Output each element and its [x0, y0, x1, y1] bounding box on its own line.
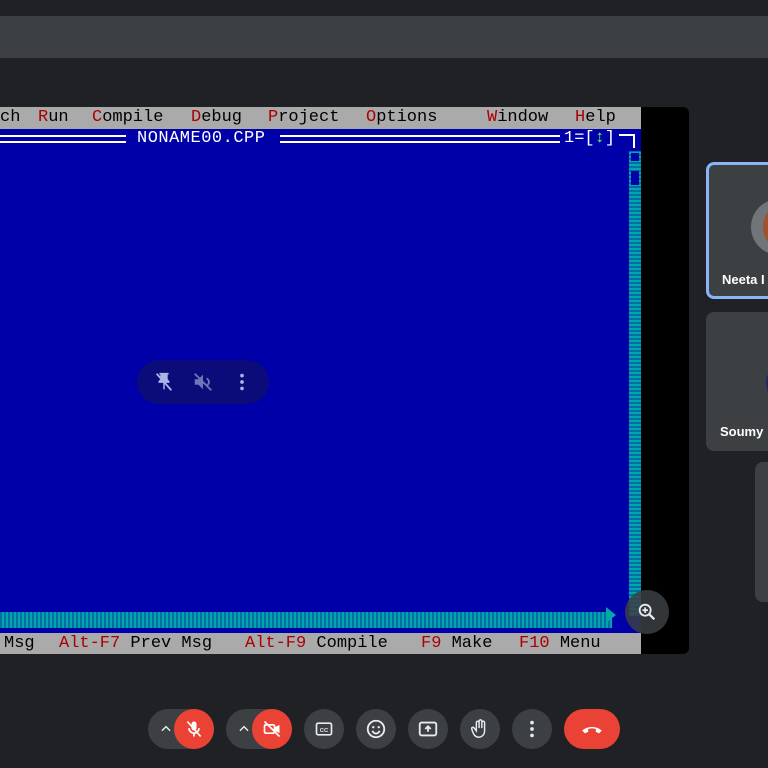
raise-hand-icon	[471, 719, 486, 738]
more-options-button[interactable]	[512, 709, 552, 749]
status-item-prev-msg: Alt-F7 Prev Msg	[59, 634, 213, 653]
presentation-hover-controls	[137, 360, 269, 404]
editor-window-title: NONAME00.CPP	[134, 129, 269, 149]
emoji-button[interactable]	[356, 709, 396, 749]
menu-item-search-partial[interactable]: ch	[0, 107, 20, 129]
scroll-up-icon[interactable]	[631, 153, 639, 161]
participant-name: Neeta I	[722, 272, 765, 287]
raise-hand-button[interactable]	[460, 709, 500, 749]
participant-tile[interactable]: Soumy	[706, 312, 768, 451]
ide-menu-bar: ch Run Compile Debug Project Options Win…	[0, 107, 641, 129]
participant-tile[interactable]	[755, 462, 768, 602]
present-button[interactable]	[408, 709, 448, 749]
ide-status-bar: Msg Alt-F7 Prev Msg Alt-F9 Compile F9 Ma…	[0, 633, 641, 654]
scroll-thumb[interactable]	[631, 171, 639, 185]
top-bar	[0, 16, 768, 58]
mic-control	[148, 709, 214, 749]
captions-button[interactable]: CC	[304, 709, 344, 749]
menu-item-window[interactable]: Window	[487, 107, 548, 129]
frame-border-left	[0, 135, 126, 143]
svg-text:CC: CC	[320, 728, 329, 734]
status-item-compile: Alt-F9 Compile	[245, 634, 388, 653]
menu-item-debug[interactable]: Debug	[191, 107, 242, 129]
zoom-in-icon	[638, 603, 656, 621]
mic-toggle-button[interactable]	[174, 709, 214, 749]
unpin-icon[interactable]	[150, 368, 178, 396]
closed-captions-icon: CC	[315, 722, 333, 736]
end-call-button[interactable]	[564, 709, 620, 749]
end-call-icon	[582, 726, 602, 734]
camera-control	[226, 709, 292, 749]
avatar	[764, 362, 768, 402]
chevron-up-icon[interactable]	[156, 719, 176, 739]
emoji-icon	[366, 719, 386, 739]
menu-item-project[interactable]: Project	[268, 107, 339, 129]
frame-corner	[619, 134, 635, 148]
more-options-icon	[530, 720, 534, 738]
status-item-make: F9 Make	[421, 634, 493, 653]
menu-item-compile[interactable]: Compile	[92, 107, 163, 129]
resize-corner-icon[interactable]	[606, 607, 616, 623]
camera-off-icon	[263, 720, 281, 738]
vertical-scrollbar[interactable]	[629, 151, 641, 616]
zoom-in-button[interactable]	[625, 590, 669, 634]
menu-item-run[interactable]: Run	[38, 107, 69, 129]
meeting-controls: CC	[0, 700, 768, 756]
more-options-icon[interactable]	[228, 368, 256, 396]
status-item-msg: Msg	[4, 634, 35, 653]
shared-screen: ch Run Compile Debug Project Options Win…	[0, 107, 689, 654]
avatar	[751, 199, 768, 255]
window-number-indicator[interactable]: 1=[↕]	[564, 129, 616, 149]
mute-audio-icon[interactable]	[189, 368, 217, 396]
participant-tile[interactable]: Neeta I	[706, 162, 768, 299]
turbo-c-ide: ch Run Compile Debug Project Options Win…	[0, 107, 641, 654]
editor-window[interactable]	[0, 129, 641, 633]
participant-name: Soumy	[720, 424, 764, 439]
chevron-up-icon[interactable]	[234, 719, 254, 739]
menu-item-help[interactable]: Help	[575, 107, 616, 129]
top-strip	[0, 0, 768, 16]
camera-toggle-button[interactable]	[252, 709, 292, 749]
menu-item-options[interactable]: Options	[366, 107, 437, 129]
status-item-menu: F10 Menu	[519, 634, 601, 653]
resize-icon[interactable]: ↕	[595, 129, 605, 148]
present-screen-icon	[418, 721, 438, 737]
mic-off-icon	[186, 720, 202, 738]
frame-border-right	[280, 135, 560, 143]
horizontal-scrollbar[interactable]	[0, 612, 612, 628]
